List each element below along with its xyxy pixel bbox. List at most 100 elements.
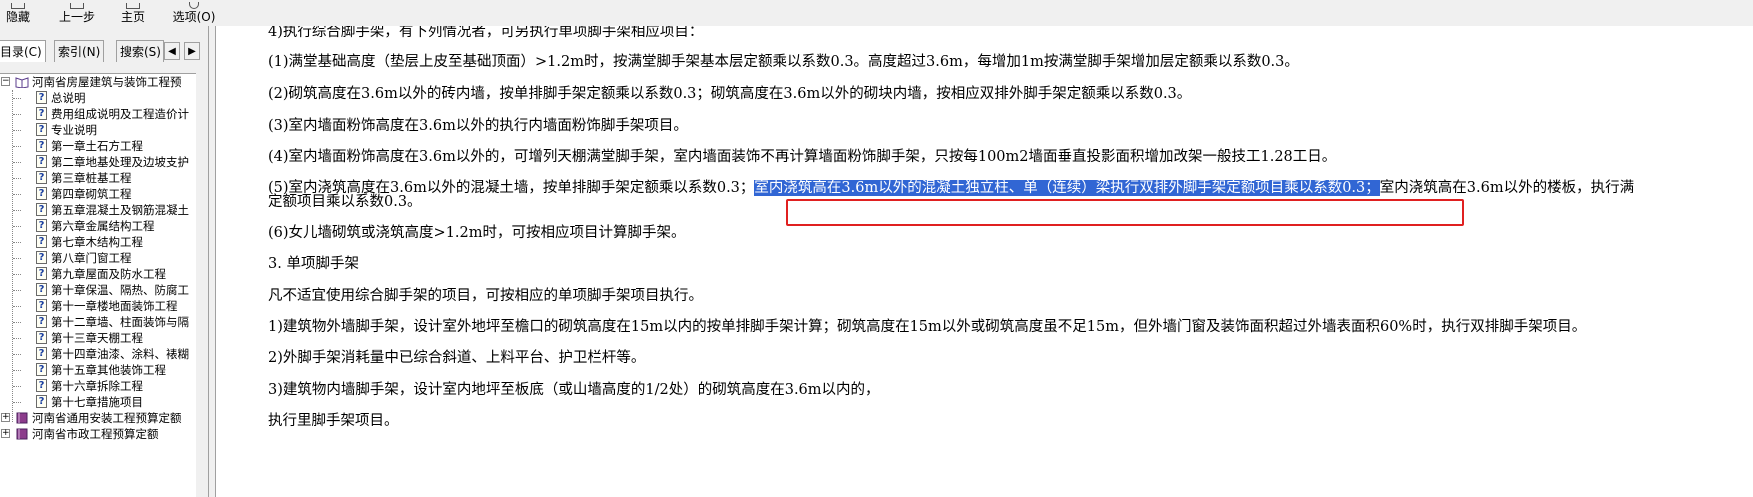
tab-index-label: 索引(N) xyxy=(58,45,101,59)
home-label: 主页 xyxy=(120,10,145,24)
tab-search-label: 搜索(S) xyxy=(120,45,161,59)
help-window: 隐藏 上一步 主页 选项(O) 目录(C) 索引(N) 搜索(S) ◀ ▶ − … xyxy=(0,0,1753,497)
tree-connector xyxy=(13,98,21,99)
help-topic-icon: ? xyxy=(36,363,47,376)
tree-connector xyxy=(13,146,21,147)
options-icon xyxy=(189,2,199,9)
tree-root-label: 河南省房屋建筑与装饰工程预 xyxy=(32,75,182,89)
tree-root[interactable]: − 河南省房屋建筑与装饰工程预 xyxy=(0,74,196,90)
paragraph: 3)建筑物内墙脚手架，设计室内地坪至板底（或山墙高度的1/2处）的砌筑高度在3.… xyxy=(268,382,880,398)
tree-item[interactable]: ? 费用组成说明及工程造价计 xyxy=(0,106,196,122)
tab-contents[interactable]: 目录(C) xyxy=(0,40,46,62)
tree-connector xyxy=(13,178,21,179)
help-topic-icon: ? xyxy=(36,107,47,120)
tree-connector xyxy=(13,370,21,371)
tree-item-label: 第十七章措施项目 xyxy=(51,395,143,409)
help-topic-icon: ? xyxy=(36,219,47,232)
tree-item-municipal[interactable]: + 河南省市政工程预算定额 xyxy=(0,426,196,442)
tree-item[interactable]: ? 第十七章措施项目 xyxy=(0,394,196,410)
tree-item[interactable]: ? 第十五章其他装饰工程 xyxy=(0,362,196,378)
tree-connector xyxy=(13,338,21,339)
tree-item[interactable]: ? 第五章混凝土及钢筋混凝土 xyxy=(0,202,196,218)
tree-item-label: 第十三章天棚工程 xyxy=(51,331,143,345)
home-icon xyxy=(126,3,140,9)
home-button[interactable]: 主页 xyxy=(115,0,151,26)
tab-contents-label: 目录(C) xyxy=(0,45,42,59)
help-topic-icon: ? xyxy=(36,331,47,344)
tab-index[interactable]: 索引(N) xyxy=(54,40,104,62)
paragraph-5[interactable]: (5)室内浇筑高度在3.6m以外的混凝土墙，按单排脚手架定额乘以系数0.3；室内… xyxy=(268,180,1634,197)
help-topic-icon: ? xyxy=(36,91,47,104)
paragraph: (2)砌筑高度在3.6m以外的砖内墙，按单排脚手架定额乘以系数0.3；砌筑高度在… xyxy=(268,86,1192,102)
tree-item[interactable]: ? 总说明 xyxy=(0,90,196,106)
tree-connector xyxy=(13,274,21,275)
tree-item[interactable]: ? 第三章桩基工程 xyxy=(0,170,196,186)
paragraph-text: 室内浇筑高在3.6m以外的楼板，执行满 xyxy=(1379,180,1635,196)
help-topic-icon: ? xyxy=(36,395,47,408)
tree-item[interactable]: ? 第一章土石方工程 xyxy=(0,138,196,154)
tree-item-install[interactable]: + 河南省通用安装工程预算定额 xyxy=(0,410,196,426)
tree-item-label: 河南省通用安装工程预算定额 xyxy=(32,411,182,425)
tree-item[interactable]: ? 第十一章楼地面装饰工程 xyxy=(0,298,196,314)
tree-item[interactable]: ? 专业说明 xyxy=(0,122,196,138)
tree-scrollbar[interactable] xyxy=(196,73,208,497)
tree-item[interactable]: ? 第八章门窗工程 xyxy=(0,250,196,266)
tree-item-label: 费用组成说明及工程造价计 xyxy=(51,107,189,121)
hide-button[interactable]: 隐藏 xyxy=(0,0,36,26)
hide-label: 隐藏 xyxy=(5,10,30,24)
tree-item[interactable]: ? 第十三章天棚工程 xyxy=(0,330,196,346)
tree-item-label: 第十一章楼地面装饰工程 xyxy=(51,299,178,313)
help-topic-icon: ? xyxy=(36,283,47,296)
tree-item[interactable]: ? 第十四章油漆、涂料、裱糊 xyxy=(0,346,196,362)
expand-icon[interactable]: + xyxy=(1,413,10,422)
tree-item-label: 河南省市政工程预算定额 xyxy=(32,427,159,441)
tree-item[interactable]: ? 第九章屋面及防水工程 xyxy=(0,266,196,282)
tree-item[interactable]: ? 第四章砌筑工程 xyxy=(0,186,196,202)
tree-item-label: 第二章地基处理及边坡支护 xyxy=(51,155,189,169)
paragraph: 1)建筑物外墙脚手架，设计室外地坪至檐口的砌筑高度在15m以内的按单排脚手架计算… xyxy=(268,319,1587,335)
paragraph: 2)外脚手架消耗量中已综合斜道、上料平台、护卫栏杆等。 xyxy=(268,350,646,366)
paragraph: (1)满堂基础高度（垫层上皮至基础顶面）>1.2m时，按满堂脚手架基本层定额乘以… xyxy=(268,54,1299,70)
tree-item-label: 专业说明 xyxy=(51,123,97,137)
tree-item-label: 第八章门窗工程 xyxy=(51,251,132,265)
section-heading: 3. 单项脚手架 xyxy=(268,256,359,272)
tree-item[interactable]: ? 第六章金属结构工程 xyxy=(0,218,196,234)
help-topic-icon: ? xyxy=(36,187,47,200)
paragraph: (4)室内墙面粉饰高度在3.6m以外的，可增列天棚满堂脚手架，室内墙面装饰不再计… xyxy=(268,149,1337,165)
collapse-icon[interactable]: − xyxy=(1,77,10,86)
book-closed-icon xyxy=(16,428,28,440)
hide-icon xyxy=(11,3,25,9)
help-topic-icon: ? xyxy=(36,267,47,280)
tree-connector xyxy=(13,242,21,243)
back-button[interactable]: 上一步 xyxy=(52,0,102,26)
help-topic-icon: ? xyxy=(36,123,47,136)
tree-item-label: 总说明 xyxy=(51,91,86,105)
tree-item-label: 第三章桩基工程 xyxy=(51,171,132,185)
help-topic-icon: ? xyxy=(36,139,47,152)
help-topic-icon: ? xyxy=(36,299,47,312)
tree-item[interactable]: ? 第十章保温、隔热、防腐工 xyxy=(0,282,196,298)
tree-item[interactable]: ? 第十六章拆除工程 xyxy=(0,378,196,394)
tree-item-label: 第十二章墙、柱面装饰与隔 xyxy=(51,315,189,329)
selected-text[interactable]: 室内浇筑高在3.6m以外的混凝土独立柱、单（连续）梁执行双排外脚手架定额项目乘以… xyxy=(754,180,1380,196)
tab-scroll-right-icon[interactable]: ▶ xyxy=(184,42,200,60)
tree-item-label: 第九章屋面及防水工程 xyxy=(51,267,166,281)
tree-item[interactable]: ? 第二章地基处理及边坡支护 xyxy=(0,154,196,170)
tree-connector xyxy=(13,162,21,163)
tree-item[interactable]: ? 第七章木结构工程 xyxy=(0,234,196,250)
toolbar: 隐藏 上一步 主页 选项(O) xyxy=(0,0,1753,26)
options-button[interactable]: 选项(O) xyxy=(166,0,222,26)
annotation-box xyxy=(786,199,1464,226)
tree-item[interactable]: ? 第十二章墙、柱面装饰与隔 xyxy=(0,314,196,330)
topic-content: 4)执行综合脚手架，有下列情况者，可另执行单项脚手架相应项目： (1)满堂基础高… xyxy=(215,26,1753,497)
tree-item-label: 第一章土石方工程 xyxy=(51,139,143,153)
contents-tree: − 河南省房屋建筑与装饰工程预 ? 总说明? 费用组成说明及工程造价计? 专业说明? 第… xyxy=(0,73,196,497)
tree-connector xyxy=(13,306,21,307)
paragraph: (6)女儿墙砌筑或浇筑高度>1.2m时，可按相应项目计算脚手架。 xyxy=(268,225,686,241)
tab-search[interactable]: 搜索(S) xyxy=(116,40,164,62)
tree-connector xyxy=(13,354,21,355)
tab-scroll-left-icon[interactable]: ◀ xyxy=(164,42,180,60)
tree-connector xyxy=(13,130,21,131)
help-topic-icon: ? xyxy=(36,155,47,168)
expand-icon[interactable]: + xyxy=(1,429,10,438)
